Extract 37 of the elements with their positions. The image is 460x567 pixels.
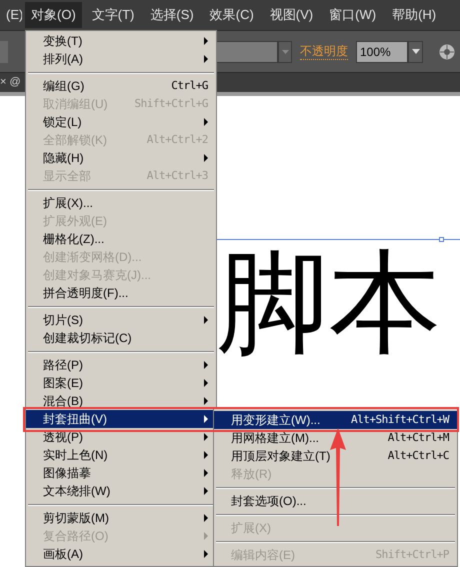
- menu-item[interactable]: 变换(T): [26, 32, 216, 50]
- selection-handle[interactable]: [439, 237, 444, 242]
- menu-item[interactable]: 排列(A): [26, 50, 216, 68]
- menu-item[interactable]: 用网格建立(M)... Alt+Ctrl+M: [214, 429, 457, 447]
- canvas-text: 脚本: [217, 244, 441, 362]
- menu-bar-item[interactable]: 文字(T): [86, 2, 140, 28]
- menu-bar-item[interactable]: 窗口(W): [323, 2, 382, 28]
- menu-item[interactable]: 创建裁切标记(C): [26, 329, 216, 347]
- menu-bar-item[interactable]: 效果(C): [204, 2, 260, 28]
- menu-item[interactable]: 切片(S): [26, 311, 216, 329]
- menu-item[interactable]: 编组(G) Ctrl+G: [26, 77, 216, 95]
- menu-item[interactable]: 文本绕排(W): [26, 482, 216, 500]
- menu-bar-item[interactable]: 选择(S): [144, 2, 200, 28]
- opacity-field[interactable]: 100%: [356, 40, 408, 62]
- menu-item[interactable]: 混合(B): [26, 392, 216, 410]
- menu-item[interactable]: 栅格化(Z)...: [26, 230, 216, 248]
- menu-item[interactable]: 用变形建立(W)... Alt+Shift+Ctrl+W: [214, 411, 457, 429]
- menu-item[interactable]: 实时上色(N): [26, 446, 216, 464]
- menu-item[interactable]: 隐藏(H): [26, 149, 216, 167]
- menu-bar-item[interactable]: 视图(V): [264, 2, 320, 28]
- menu-item[interactable]: 图案(E): [26, 374, 216, 392]
- menu-item[interactable]: 扩展(X)...: [26, 194, 216, 212]
- menu-item[interactable]: 锁定(L): [26, 113, 216, 131]
- menu-item[interactable]: 图像描摹: [26, 464, 216, 482]
- caret-icon: [412, 49, 420, 54]
- menu-item[interactable]: 画板(A): [26, 545, 216, 563]
- dropdown-button[interactable]: [408, 40, 423, 62]
- menu-item[interactable]: 用顶层对象建立(T) Alt+Ctrl+C: [214, 447, 457, 465]
- menu-item[interactable]: 剪切蒙版(M): [26, 509, 216, 527]
- menu-item[interactable]: 拼合透明度(F)...: [26, 284, 216, 302]
- menu-item[interactable]: 封套选项(O)...: [214, 492, 457, 510]
- menu-bar-item[interactable]: 对象(O): [25, 2, 82, 28]
- menu-bar-item[interactable]: 帮助(H): [386, 2, 442, 28]
- menu-item[interactable]: 路径(P): [26, 356, 216, 374]
- document-tab[interactable]: × @: [0, 74, 21, 91]
- caret-icon: [282, 50, 288, 54]
- menu-item[interactable]: 封套扭曲(V): [26, 410, 216, 428]
